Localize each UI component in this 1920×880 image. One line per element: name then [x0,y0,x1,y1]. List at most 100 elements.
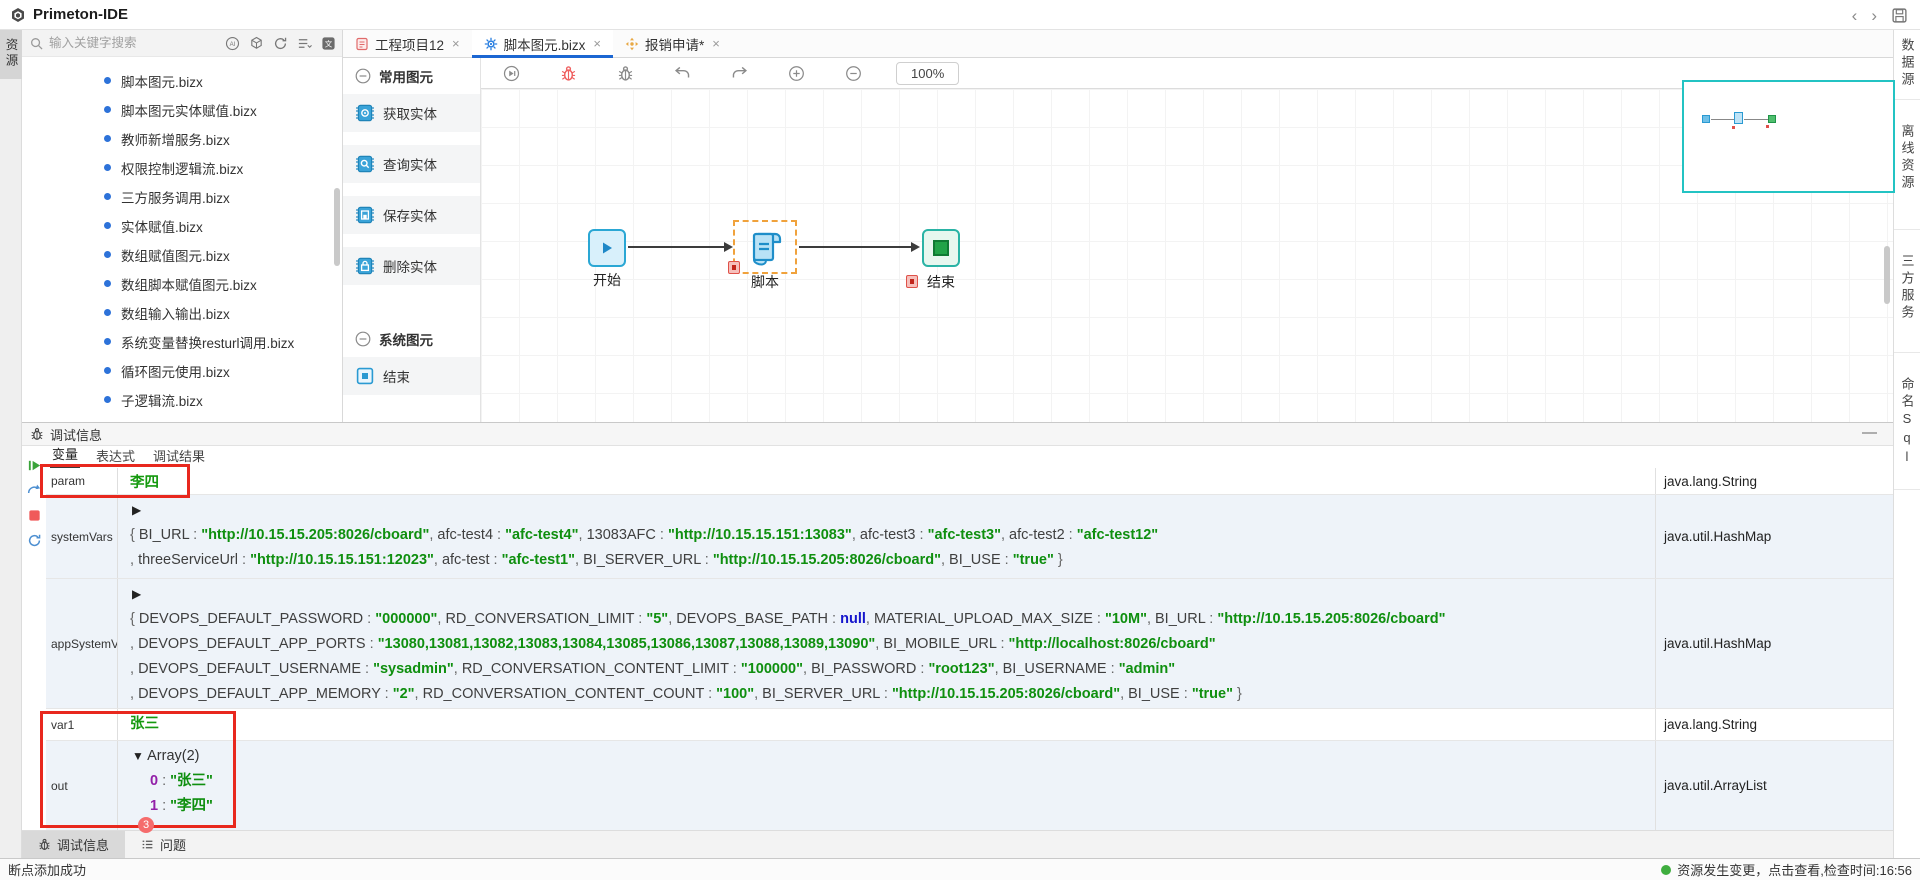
punctuation: : [363,611,375,627]
debug-tab-[interactable]: 调试结果 [151,444,207,468]
flow-icon [625,37,639,51]
string-value: "2" [393,686,415,702]
tree-item[interactable]: 系统变量替换resturl调用.bizx [22,327,342,356]
editor-tab-1[interactable]: 工程项目12× [343,30,472,57]
status-bar: 断点添加成功 资源发生变更，点击查看,检查时间:16:56 [0,858,1920,880]
list-filter-icon[interactable] [296,35,312,51]
variable-name: systemVars [46,495,118,578]
svg-text:AI: AI [229,40,235,47]
value-line: { BI_URL : "http://10.15.15.205:8026/cbo… [130,523,1655,548]
minimap[interactable] [1682,80,1895,193]
palette-group-header[interactable]: 常用图元 [343,58,480,94]
end-node[interactable] [922,229,960,267]
variable-row-appSystemVars[interactable]: appSystemVars▶{ DEVOPS_DEFAULT_PASSWORD … [46,578,1893,708]
punctuation: , [575,552,583,568]
palette-item[interactable]: 查询实体 [343,145,480,183]
start-node[interactable] [588,229,626,267]
close-icon[interactable]: × [593,36,601,51]
tree-item[interactable]: 子逻辑流.bizx [22,385,342,414]
value-line: , DEVOPS_DEFAULT_APP_PORTS : "13080,1308… [130,632,1655,657]
zoom-in-icon[interactable] [788,65,805,82]
minimap-connector [1744,119,1768,120]
variable-value: 张三 [118,709,1655,740]
collapse-minus-icon[interactable] [355,331,371,347]
right-panel-tab-2[interactable]: 离线资源 [1894,100,1920,230]
undo-icon[interactable] [674,65,691,82]
variable-name: var1 [46,709,118,740]
stop-debug-bug-icon[interactable] [617,65,634,82]
palette-item[interactable]: 获取实体 [343,94,480,132]
tree-item[interactable]: 三方服务调用.bizx [22,182,342,211]
file-name: 系统变量替换resturl调用.bizx [121,332,294,352]
tab-problems[interactable]: 问题 [125,831,202,858]
script-node[interactable] [733,220,797,274]
right-panel-tab-4[interactable]: 命名Sql [1894,353,1920,490]
editor-tab-2[interactable]: 脚本图元.bizx× [472,30,613,57]
debug-bug-icon[interactable] [560,65,577,82]
palette-item[interactable]: 保存实体 [343,196,480,234]
palette-item[interactable]: 结束 [343,357,480,395]
map-key: BI_SERVER_URL [762,686,880,702]
resource-change-notice[interactable]: 资源发生变更，点击查看,检查时间:16:56 [1661,860,1912,879]
collapse-minus-icon[interactable] [355,68,371,84]
tree-item[interactable]: 教师新增服务.bizx [22,124,342,153]
save-icon[interactable] [1891,7,1908,24]
status-green-dot [1661,865,1671,875]
expander-icon[interactable]: ▶ [132,503,141,517]
punctuation: : [704,686,716,702]
debug-tab-active[interactable]: 变量 [50,442,80,468]
variable-row-systemVars[interactable]: systemVars ▶ { BI_URL : "http://10.15.15.2… [46,494,1893,578]
tree-scrollbar[interactable] [334,188,340,266]
tree-item[interactable]: 脚本图元实体赋值.bizx [22,95,342,124]
close-icon[interactable]: × [712,36,720,51]
null-value: null [840,611,866,627]
run-icon[interactable] [503,65,520,82]
stop-icon[interactable] [27,508,42,523]
ai-icon[interactable]: AI [224,35,240,51]
redo-icon[interactable] [731,65,748,82]
zoom-out-icon[interactable] [845,65,862,82]
value-text: 张三 [130,716,159,732]
translate-icon[interactable]: 文 [320,35,336,51]
connector-arrow[interactable] [799,246,911,248]
tree-item[interactable]: 实体赋值.bizx [22,211,342,240]
tab-debug-info[interactable]: 调试信息 [22,831,125,858]
refresh-icon[interactable] [272,35,288,51]
sidebar-item-resources[interactable]: 资源 [0,30,22,79]
nav-back-icon[interactable]: ‹ [1852,7,1858,24]
close-icon[interactable]: × [452,36,460,51]
right-panel-tab-3[interactable]: 三方服务 [1894,230,1920,353]
tree-item[interactable]: 脚本图元.bizx [22,66,342,95]
nav-forward-icon[interactable]: › [1871,7,1877,24]
tree-item[interactable]: 数组赋值图元.bizx [22,240,342,269]
punctuation: : [381,686,393,702]
tree-item[interactable]: 数组脚本赋值图元.bizx [22,269,342,298]
expander-icon[interactable]: ▶ [132,587,141,601]
palette-item[interactable]: 删除实体 [343,247,480,285]
step-over-icon[interactable] [27,483,42,498]
search-input[interactable] [49,36,169,50]
variable-row-out[interactable]: out▼ Array(2)0 : "张三"1 : "李四"java.util.A… [46,740,1893,830]
tree-item[interactable]: 权限控制逻辑流.bizx [22,153,342,182]
expander-icon[interactable]: ▼ [132,749,144,763]
punctuation: : [729,661,741,677]
connector-arrow[interactable] [628,246,724,248]
resume-icon[interactable] [27,458,42,473]
palette-group-header[interactable]: 系统图元 [343,321,480,357]
variable-row-var1[interactable]: var1张三java.lang.String [46,708,1893,740]
minimize-icon[interactable]: — [1862,424,1877,441]
tree-item[interactable]: 循环图元使用.bizx [22,356,342,385]
minimap-breakpoint-dot [1732,126,1735,129]
right-panel-tab-1[interactable]: 数据源 [1894,30,1920,100]
zoom-level[interactable]: 100% [896,62,959,85]
map-key: DEVOPS_DEFAULT_PASSWORD [139,611,363,627]
punctuation: , [579,527,587,543]
cube-icon[interactable] [248,35,264,51]
editor-tab-3[interactable]: 报销申请*× [613,30,732,57]
tree-item[interactable]: 数组输入输出.bizx [22,298,342,327]
map-key: RD_CONVERSATION_CONTENT_COUNT [423,686,704,702]
canvas-scrollbar[interactable] [1884,246,1890,304]
refresh-debug-icon[interactable] [27,533,42,548]
variable-row-param[interactable]: param李四java.lang.String [46,468,1893,494]
debug-tab-[interactable]: 表达式 [94,444,137,468]
